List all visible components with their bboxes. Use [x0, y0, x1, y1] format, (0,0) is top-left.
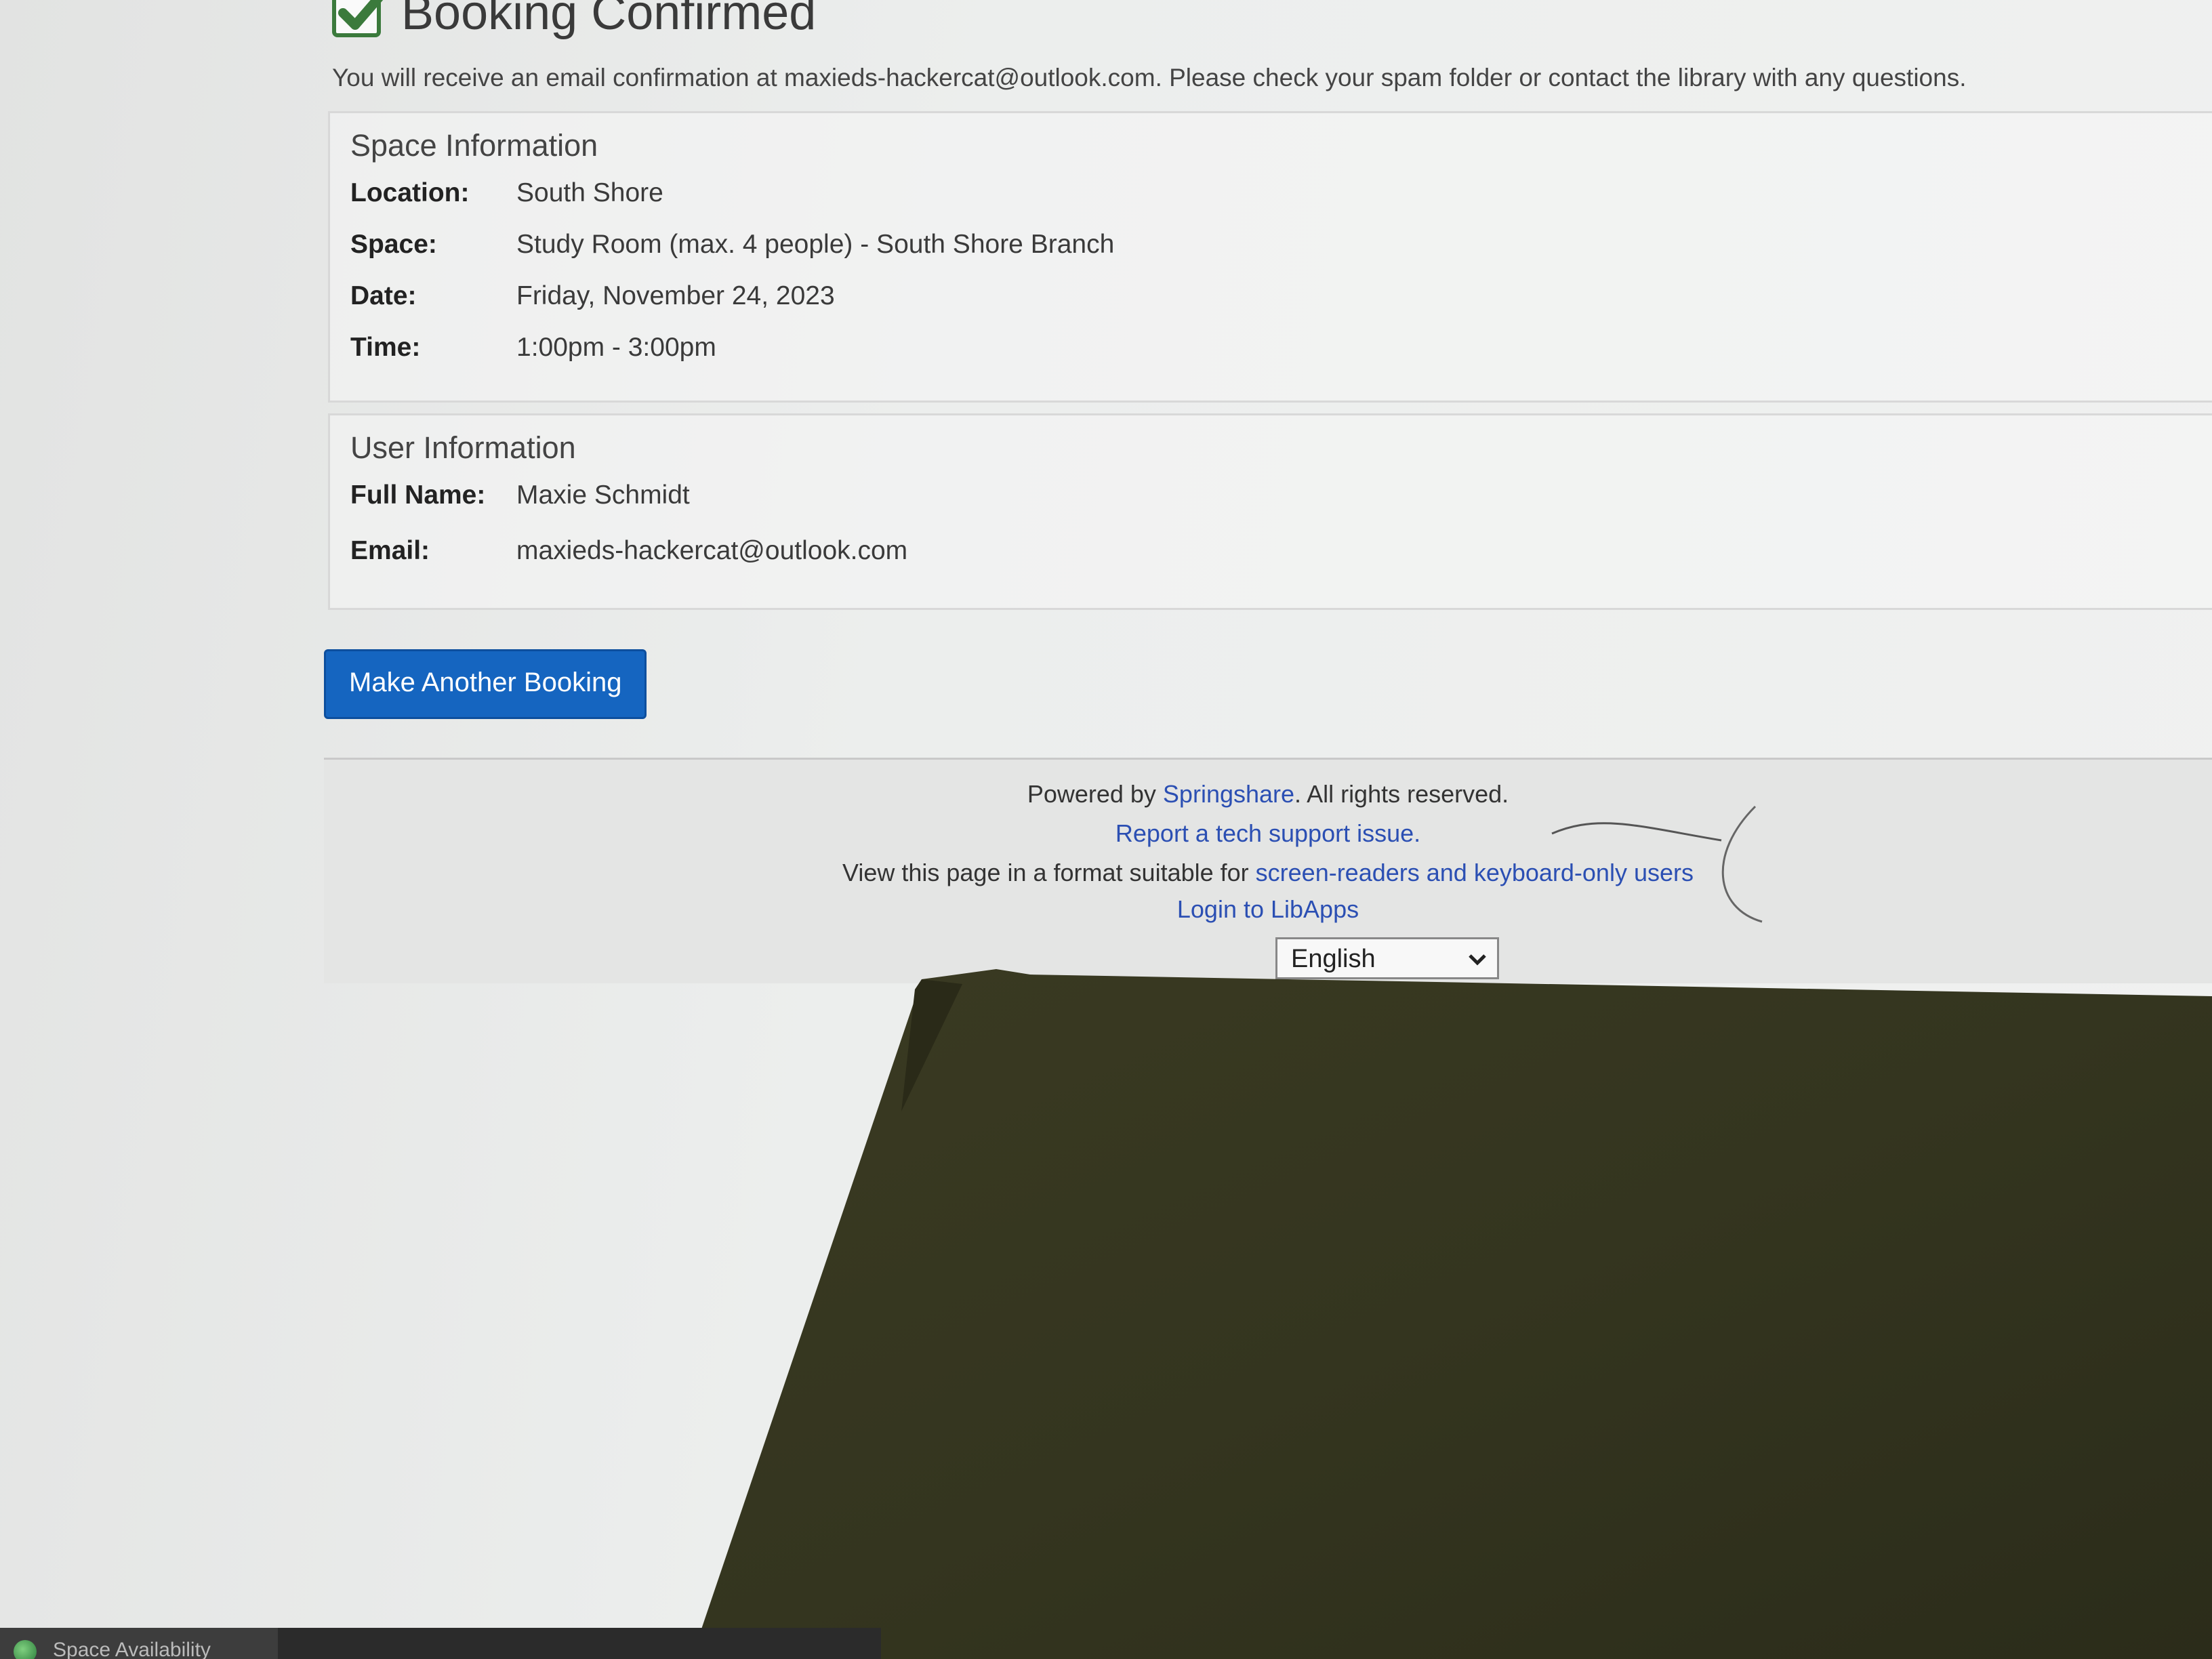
- space-information-panel: Space Information Location: South Shore …: [328, 111, 2212, 403]
- chevron-down-icon: [1469, 954, 1486, 966]
- login-to-libapps-link[interactable]: Login to LibApps: [1177, 895, 1359, 923]
- checkbox-checked-icon: [332, 0, 384, 37]
- taskbar-item-label: Space Availability: [53, 1639, 211, 1659]
- language-select[interactable]: English: [1275, 937, 1499, 979]
- time-label: Time:: [350, 333, 421, 362]
- location-row: Location: South Shore: [350, 178, 2212, 230]
- date-value: Friday, November 24, 2023: [516, 281, 835, 310]
- globe-icon: [14, 1640, 37, 1659]
- date-label: Date:: [350, 281, 417, 310]
- time-value: 1:00pm - 3:00pm: [516, 333, 716, 362]
- confirmation-message: You will receive an email confirmation a…: [332, 64, 1967, 91]
- full-name-value: Maxie Schmidt: [516, 480, 690, 510]
- space-label: Space:: [350, 230, 437, 259]
- date-row: Date: Friday, November 24, 2023: [350, 281, 2212, 333]
- location-value: South Shore: [516, 178, 663, 207]
- space-row: Space: Study Room (max. 4 people) - Sout…: [350, 230, 2212, 281]
- report-line: Report a tech support issue.: [324, 819, 2212, 848]
- location-label: Location:: [350, 178, 470, 207]
- accessible-format-prefix: View this page in a format suitable for: [842, 859, 1256, 886]
- login-line: Login to LibApps: [324, 895, 2212, 924]
- full-name-row: Full Name: Maxie Schmidt: [350, 480, 2212, 536]
- powered-by-line: Powered by Springshare. All rights reser…: [324, 780, 2212, 808]
- make-another-booking-button[interactable]: Make Another Booking: [324, 649, 647, 719]
- photo-of-screen: Booking Confirmed You will receive an em…: [0, 0, 2212, 1659]
- page-title: Booking Confirmed: [401, 0, 817, 40]
- powered-by-prefix: Powered by: [1027, 780, 1163, 808]
- time-row: Time: 1:00pm - 3:00pm: [350, 333, 2212, 384]
- rights-text: . All rights reserved.: [1294, 780, 1509, 808]
- accessible-format-link[interactable]: screen-readers and keyboard-only users: [1256, 859, 1694, 886]
- page-heading: Booking Confirmed: [319, 0, 2212, 50]
- email-value: maxieds-hackercat@outlook.com: [516, 536, 908, 565]
- accessible-format-line: View this page in a format suitable for …: [324, 859, 2212, 887]
- space-information-heading: Space Information: [350, 128, 598, 163]
- space-value: Study Room (max. 4 people) - South Shore…: [516, 230, 1115, 259]
- language-selected-value: English: [1291, 945, 1376, 973]
- springshare-link[interactable]: Springshare: [1163, 780, 1294, 808]
- full-name-label: Full Name:: [350, 480, 486, 510]
- booking-confirmation-page: Booking Confirmed You will receive an em…: [319, 0, 2212, 719]
- user-information-panel: User Information Full Name: Maxie Schmid…: [328, 413, 2212, 610]
- taskbar-item[interactable]: Space Availability: [0, 1628, 278, 1659]
- email-label: Email:: [350, 536, 430, 565]
- report-tech-support-link[interactable]: Report a tech support issue.: [1115, 819, 1420, 847]
- page-footer: Powered by Springshare. All rights reser…: [324, 758, 2212, 983]
- email-row: Email: maxieds-hackercat@outlook.com: [350, 536, 2212, 592]
- os-taskbar: Space Availability: [0, 1628, 881, 1659]
- user-information-heading: User Information: [350, 430, 576, 465]
